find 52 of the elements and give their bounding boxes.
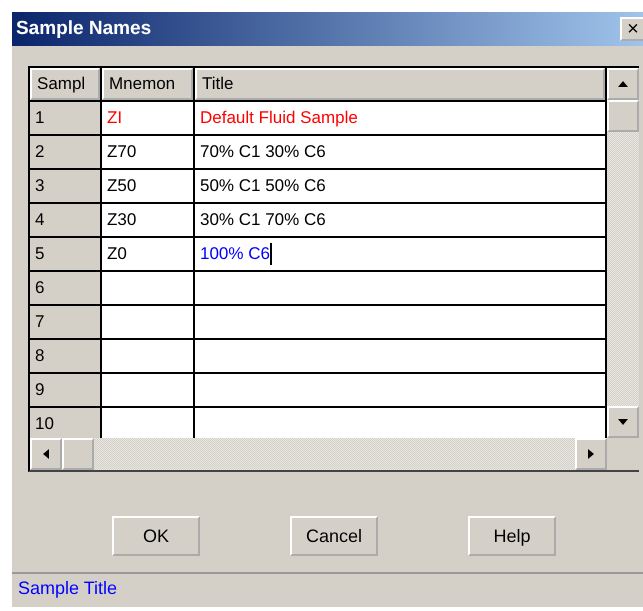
scroll-right-button[interactable] [575, 438, 607, 470]
row-number: 10 [30, 408, 100, 438]
scroll-left-button[interactable] [30, 438, 62, 470]
table-cell[interactable]: ZI [102, 102, 193, 134]
table-cell[interactable]: 30% C1 70% C6 [195, 204, 605, 236]
table-cell[interactable] [102, 340, 193, 372]
row-number: 5 [30, 238, 100, 270]
table-cell[interactable] [195, 306, 605, 338]
row-number: 6 [30, 272, 100, 304]
dialog-button[interactable]: OK [112, 516, 200, 556]
scroll-thumb[interactable] [607, 100, 639, 132]
table-cell[interactable]: 70% C1 30% C6 [195, 136, 605, 168]
table-cell[interactable]: 100% C6 [195, 238, 605, 270]
vertical-scrollbar[interactable] [607, 68, 639, 438]
close-button[interactable]: × [620, 17, 643, 41]
table-cell[interactable] [102, 374, 193, 406]
table-cell[interactable] [102, 408, 193, 438]
column-header[interactable]: Sampl [30, 68, 100, 100]
window-title: Sample Names [16, 18, 152, 40]
column-header[interactable]: Mnemon [102, 68, 193, 100]
table-cell[interactable]: Default Fluid Sample [195, 102, 605, 134]
column-header[interactable]: Title [195, 68, 605, 100]
table-cell[interactable]: Z50 [102, 170, 193, 202]
table-cell[interactable] [195, 374, 605, 406]
row-number: 7 [30, 306, 100, 338]
dialog-button[interactable]: Cancel [290, 516, 378, 556]
dialog-button[interactable]: Help [468, 516, 556, 556]
scroll-thumb[interactable] [62, 438, 94, 470]
table-cell[interactable]: 50% C1 50% C6 [195, 170, 605, 202]
text-cursor [270, 243, 272, 265]
up-arrow-icon [618, 79, 628, 89]
down-arrow-icon [618, 417, 628, 427]
row-number: 1 [30, 102, 100, 134]
table-cell[interactable] [102, 272, 193, 304]
table-cell[interactable] [195, 272, 605, 304]
table-cell[interactable]: Z0 [102, 238, 193, 270]
row-number: 8 [30, 340, 100, 372]
status-text: Sample Title [18, 578, 118, 598]
left-arrow-icon [41, 449, 51, 459]
row-number: 9 [30, 374, 100, 406]
row-number: 3 [30, 170, 100, 202]
table-cell[interactable] [195, 408, 605, 438]
scroll-up-button[interactable] [607, 68, 639, 100]
row-number: 2 [30, 136, 100, 168]
row-number: 4 [30, 204, 100, 236]
table-cell[interactable]: Z70 [102, 136, 193, 168]
table-cell[interactable]: Z30 [102, 204, 193, 236]
table-cell[interactable] [102, 306, 193, 338]
right-arrow-icon [586, 449, 596, 459]
table-cell[interactable] [195, 340, 605, 372]
horizontal-scrollbar[interactable] [30, 438, 607, 470]
scroll-down-button[interactable] [607, 406, 639, 438]
